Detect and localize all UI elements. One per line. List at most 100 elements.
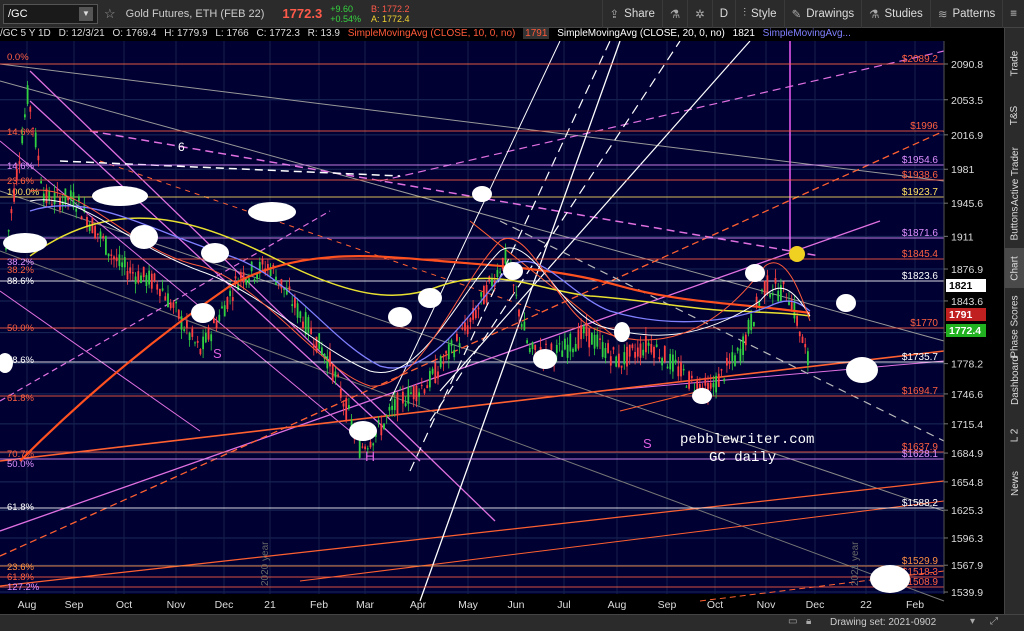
status-bar: ▭ 🔒︎ Drawing set: 2021-0902 ▾ ⤢ (0, 614, 1024, 631)
studies-button[interactable]: ⚗ Studies (861, 0, 930, 28)
candle-body (321, 347, 323, 356)
candle-body (148, 270, 150, 285)
month-label: Apr (410, 599, 427, 611)
sidebar-tab-dashboard[interactable]: Dashboard (1005, 350, 1024, 410)
sidebar-tab-label: Dashboard (1009, 355, 1021, 405)
expand-icon[interactable]: ⤢ (990, 616, 998, 627)
candle-body (393, 399, 396, 411)
chart-plot-area[interactable] (0, 41, 944, 594)
fib-level-price: $1628.1 (902, 449, 939, 460)
candle-body (593, 334, 596, 349)
candle-body (13, 188, 15, 202)
fib-level-price: $1954.6 (902, 155, 939, 166)
fib-level-percent: 38.2% (7, 265, 34, 276)
candle-body (434, 362, 437, 384)
chevron-down-icon[interactable]: ▾ (970, 616, 975, 627)
fib-level-price: $1823.6 (902, 271, 939, 282)
candle-body (672, 354, 674, 372)
candle-body (291, 304, 294, 307)
candle-body (150, 273, 153, 289)
candle-body (574, 343, 577, 352)
candle-body (175, 301, 177, 304)
candle-body (137, 271, 140, 283)
drawing-set-label: Drawing set: 2021-0902 (830, 617, 937, 628)
candle-body (491, 278, 493, 287)
price-tag-label: 1821 (949, 280, 973, 292)
candle-body (107, 253, 110, 257)
candle-body (391, 405, 393, 410)
candle-body (447, 344, 450, 360)
flask-button[interactable]: ⚗ (661, 0, 687, 28)
patterns-button[interactable]: ≋ Patterns (929, 0, 1002, 28)
sidebar-tab-news[interactable]: News (1005, 458, 1024, 508)
candle-body (202, 336, 204, 350)
symbol-text: /GC (8, 7, 28, 20)
sidebar-tab-t-s[interactable]: T&S (1005, 98, 1024, 132)
candle-body (796, 316, 798, 326)
sma20-label[interactable]: SimpleMovingAvg (CLOSE, 20, 0, no) (557, 28, 725, 39)
candle-body (704, 377, 707, 386)
candle-body (807, 351, 809, 365)
lock-icon[interactable]: 🔒︎ (806, 616, 811, 627)
patterns-icon: ≋ (937, 8, 948, 21)
candle-body (744, 334, 747, 346)
style-button[interactable]: ⫶ Style (735, 0, 783, 28)
sidebar-tab-l-2[interactable]: L 2 (1005, 416, 1024, 454)
candle-body (223, 305, 226, 317)
drawings-button[interactable]: ✎ Drawings (783, 0, 862, 28)
highlight-oval (846, 357, 878, 383)
candle-body (59, 197, 61, 210)
chevron-down-icon[interactable]: ▼ (79, 6, 93, 21)
drawing-set-icon[interactable]: ▭ (788, 616, 797, 627)
sma10-label[interactable]: SimpleMovingAvg (CLOSE, 10, 0, no) (348, 28, 516, 39)
candle-body (345, 398, 348, 420)
price-tags: 1821 1791 1772.4 (946, 279, 986, 337)
sma50-label[interactable]: SimpleMovingAvg... (763, 28, 851, 39)
candle-body (761, 289, 763, 291)
flask-icon: ⚗ (669, 8, 681, 21)
star-icon[interactable]: ☆ (104, 6, 116, 22)
sidebar-tab-trade[interactable]: Trade (1005, 38, 1024, 88)
candle-body (67, 196, 69, 201)
month-label: Aug (608, 599, 627, 611)
share-button[interactable]: ⇪ Share (601, 0, 662, 28)
highlight-oval (836, 294, 856, 312)
last-price: 1772.3 (282, 6, 323, 21)
candle-body (404, 403, 407, 406)
candle-body (731, 352, 734, 361)
candle-body (126, 271, 129, 280)
candle-body (445, 351, 447, 354)
candle-body (623, 352, 626, 365)
fib-level-percent: 100.0% (7, 187, 40, 198)
highlight-oval (201, 243, 229, 263)
period-button[interactable]: D (711, 0, 735, 28)
sidebar-tab-buttons[interactable]: Buttons (1005, 198, 1024, 248)
candle-body (766, 275, 769, 295)
candle-body (194, 342, 196, 344)
candle-body (418, 392, 420, 397)
candle-body (51, 204, 53, 206)
sidebar-tab-label: L 2 (1009, 428, 1021, 442)
sidebar-tab-chart[interactable]: Chart (1005, 248, 1024, 288)
month-label: Sep (658, 599, 677, 611)
symbol-selector[interactable]: /GC ▼ (3, 3, 98, 24)
candle-body (34, 132, 37, 148)
price-tick-label: 1746.6 (951, 389, 983, 401)
candle-body (674, 359, 677, 363)
price-tick-label: 1876.9 (951, 264, 983, 276)
left-shoulder-label: S (213, 346, 222, 361)
highlight-oval (3, 233, 47, 253)
more-button[interactable]: ≡ (1002, 0, 1024, 28)
candle-body (474, 309, 477, 319)
candle-body (78, 196, 80, 202)
candle-body (739, 348, 742, 362)
candle-body (358, 440, 361, 458)
candle-body (288, 286, 291, 291)
month-label: Oct (116, 599, 132, 611)
candle-body (569, 333, 572, 352)
sidebar-tab-label: Chart (1009, 255, 1021, 281)
price-chart[interactable]: $2089.2 $1996 $1954.6 $1938.6 $1923.7 $1871.6… (0, 41, 1004, 614)
flask-icon: ⚗ (869, 8, 880, 21)
settings-button[interactable]: ✲ (687, 0, 712, 28)
candle-body (113, 256, 115, 259)
